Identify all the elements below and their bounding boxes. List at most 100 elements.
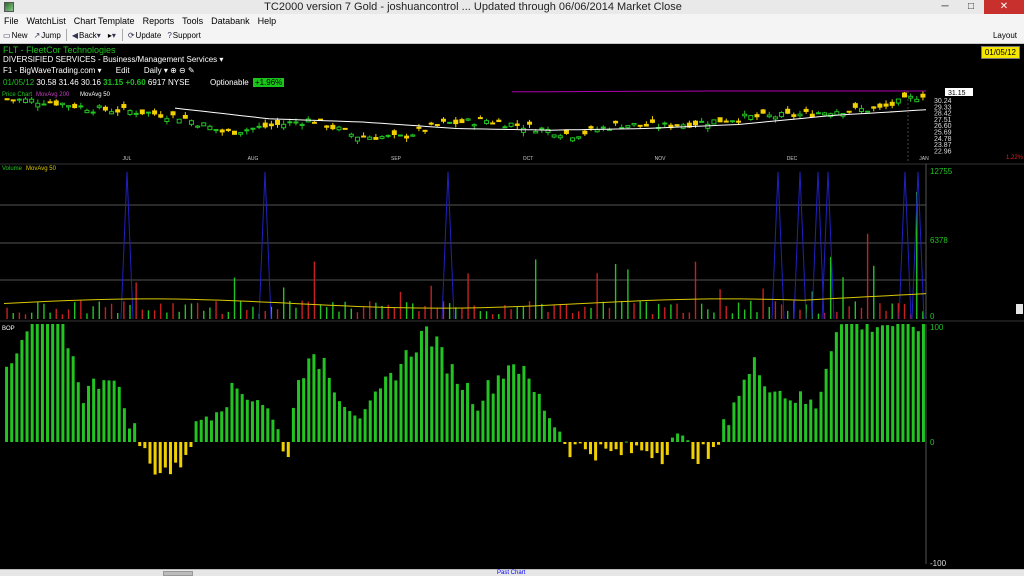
bop-bar	[860, 329, 864, 442]
menu-watchlist[interactable]: WatchList	[23, 16, 70, 26]
price-candle	[822, 112, 828, 116]
price-candle	[920, 93, 926, 98]
price-candle	[883, 103, 889, 107]
price-candle	[600, 126, 606, 129]
menu-chart-template[interactable]: Chart Template	[70, 16, 139, 26]
jump-button[interactable]: ↗ Jump	[31, 28, 64, 43]
price-candle	[170, 111, 176, 116]
month-label: DEC	[787, 156, 798, 162]
scroll-thumb[interactable]	[163, 571, 193, 576]
price-candle	[705, 123, 711, 129]
maximize-button[interactable]: □	[958, 0, 984, 14]
price-candle	[336, 126, 342, 131]
volume-spike-line	[911, 171, 925, 320]
price-candle	[133, 112, 139, 115]
menu-file[interactable]: File	[0, 16, 23, 26]
bop-bar	[624, 441, 628, 443]
price-candle	[779, 112, 785, 118]
price-candle	[262, 122, 268, 128]
price-candle	[570, 137, 576, 142]
price-candle	[520, 127, 526, 133]
app-icon	[4, 2, 14, 12]
update-button[interactable]: ⟳ Update	[125, 28, 165, 43]
menu-tools[interactable]: Tools	[178, 16, 207, 26]
price-candle	[760, 109, 766, 114]
forward-button[interactable]: ▸ ▾	[105, 28, 120, 43]
menu-databank[interactable]: Databank	[207, 16, 254, 26]
close-button[interactable]: ✕	[984, 0, 1024, 14]
bop-bar	[609, 442, 613, 452]
price-candle	[244, 129, 250, 132]
bop-bar	[517, 373, 521, 442]
back-button[interactable]: ◀ Back ▾	[69, 28, 105, 43]
bop-bar	[916, 331, 920, 442]
bop-bar	[640, 442, 644, 451]
price-candle	[207, 125, 213, 131]
bop-bar	[138, 442, 142, 447]
menu-reports[interactable]: Reports	[139, 16, 179, 26]
price-candle	[785, 108, 791, 114]
price-candle	[865, 110, 871, 113]
chart-area[interactable]: FLT - FleetCor Technologies DIVERSIFIED …	[0, 44, 1024, 569]
bop-bar	[460, 389, 464, 442]
price-candle	[809, 113, 815, 118]
price-candle	[66, 105, 72, 108]
bop-bar	[763, 386, 767, 442]
bop-bar	[793, 402, 797, 442]
bop-bar	[117, 386, 121, 442]
price-candle	[551, 134, 557, 138]
bop-bar	[486, 380, 490, 442]
minimize-button[interactable]: ─	[932, 0, 958, 14]
bop-bar	[804, 403, 808, 442]
menu-help[interactable]: Help	[254, 16, 281, 26]
bop-bar	[455, 383, 459, 442]
price-candle	[742, 113, 748, 117]
bop-bar	[40, 324, 44, 442]
update-icon: ⟳	[127, 30, 135, 40]
bop-bar	[317, 369, 321, 442]
price-pct-label: 1.22%	[1006, 155, 1024, 161]
bop-bar	[660, 442, 664, 465]
horizontal-scrollbar[interactable]: Past Chart	[0, 569, 1024, 576]
price-candle	[440, 118, 446, 122]
bop-bar	[701, 442, 705, 445]
bop-bar	[302, 378, 306, 442]
volume-tick: 0	[930, 312, 935, 321]
bop-bar	[629, 442, 633, 454]
volume-spike-line	[441, 171, 455, 320]
new-button[interactable]: ▭ New	[0, 28, 31, 43]
price-candle	[311, 121, 317, 124]
bop-bar	[655, 442, 659, 454]
bop-bar	[378, 388, 382, 442]
ma50-line	[174, 107, 927, 131]
bop-bar	[906, 324, 910, 442]
price-candle	[803, 108, 809, 112]
price-candle	[164, 118, 170, 123]
bop-bar	[348, 411, 352, 442]
jump-icon: ↗	[33, 30, 41, 40]
bop-bar	[839, 324, 843, 442]
price-candle	[367, 136, 373, 140]
bop-bar	[414, 352, 418, 442]
bop-bar	[10, 363, 14, 442]
bop-bar	[225, 407, 229, 442]
bop-bar	[722, 419, 726, 442]
bop-bar	[737, 395, 741, 442]
layout-button[interactable]: Layout	[990, 28, 1020, 43]
support-button[interactable]: ? Support	[164, 28, 203, 43]
month-label: OCT	[523, 156, 534, 162]
bop-bar	[496, 375, 500, 442]
price-candle	[145, 111, 151, 114]
price-candle	[84, 109, 90, 114]
bop-bar	[594, 442, 598, 461]
price-candle	[59, 102, 65, 106]
bop-bar	[358, 418, 362, 442]
bop-bar	[373, 391, 377, 442]
price-candle	[250, 127, 256, 130]
volume-ma-legend: MovAvg 50	[26, 166, 57, 172]
bop-bar	[127, 428, 131, 442]
price-candle	[275, 119, 281, 125]
month-label: SEP	[391, 156, 402, 162]
bop-bar	[865, 324, 869, 442]
price-candle	[318, 118, 324, 121]
